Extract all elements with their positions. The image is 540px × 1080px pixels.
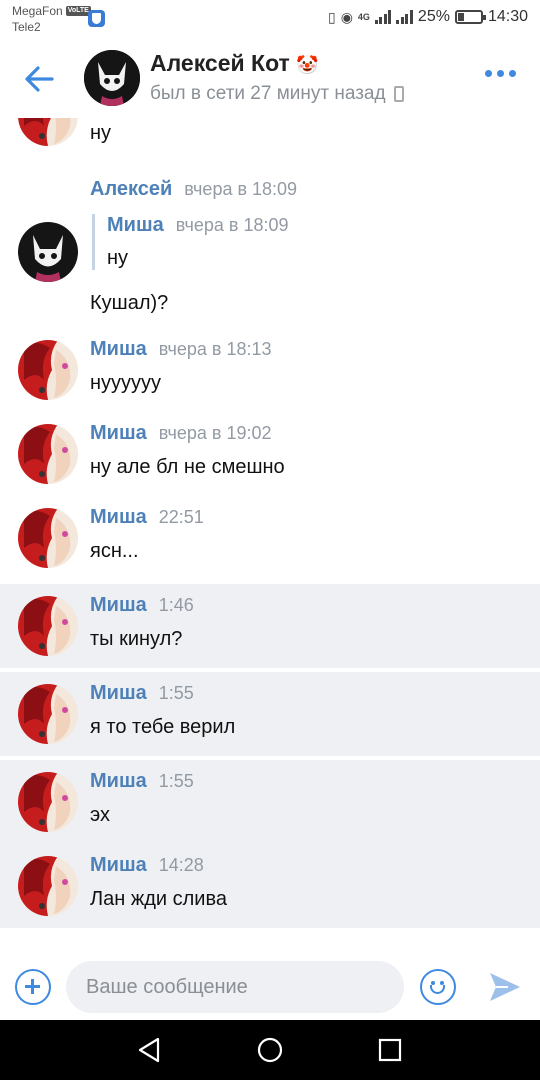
message-time: 22:51 <box>158 507 204 527</box>
author-name[interactable]: Миша <box>90 422 147 444</box>
quote-author: Миша <box>107 214 164 236</box>
nav-home-icon[interactable] <box>256 1036 284 1064</box>
message-item[interactable]: Миша 1:55 эх <box>0 760 540 844</box>
message-continuation[interactable]: ну <box>0 118 540 168</box>
author-name[interactable]: Алексей <box>90 178 172 200</box>
author-name[interactable]: Миша <box>90 770 147 792</box>
clock: 14:30 <box>487 8 528 25</box>
message-header: Миша 14:28 <box>90 854 204 877</box>
message-item[interactable]: Алексей вчера в 18:09 Миша вчера в 18:09 ну К… <box>0 168 540 328</box>
battery-icon <box>454 10 486 24</box>
message-item[interactable]: Миша вчера в 19:02 ну але бл не смешно <box>0 412 540 496</box>
message-header: Миша 1:46 <box>90 594 194 617</box>
signal-1-icon <box>374 10 392 24</box>
smiley-icon[interactable] <box>420 969 456 1005</box>
network-type: 4G <box>357 12 370 22</box>
quote-text: ну <box>107 247 129 269</box>
message-time: вчера в 18:09 <box>184 179 298 199</box>
eye-icon: ◉ <box>340 8 353 25</box>
message-item[interactable]: Миша 1:55 я то тебе верил <box>0 672 540 756</box>
author-name[interactable]: Миша <box>90 854 147 876</box>
message-text: я то тебе верил <box>90 716 236 738</box>
plus-circle-icon[interactable] <box>15 969 51 1005</box>
vibrate-icon: ▯ <box>327 8 336 25</box>
message-header: Миша вчера в 19:02 <box>90 422 272 445</box>
quote-header: Миша вчера в 18:09 <box>107 214 289 237</box>
clown-emoji: 🤡 <box>296 55 319 75</box>
message-header: Миша 22:51 <box>90 506 204 529</box>
message-text: ну <box>90 122 112 144</box>
system-nav-bar <box>0 1020 540 1080</box>
author-name[interactable]: Миша <box>90 594 147 616</box>
contact-name[interactable]: Алексей Кот 🤡 <box>150 50 319 77</box>
chat-screen: MegaFon VoLTE Tele2 ▯ ◉ 4G 25% 14:30 Але… <box>0 0 540 1080</box>
avatar[interactable] <box>18 222 78 282</box>
avatar[interactable] <box>18 596 78 656</box>
author-name[interactable]: Миша <box>90 682 147 704</box>
message-item[interactable]: Миша 22:51 ясн... <box>0 496 540 580</box>
status-icons: ▯ ◉ 4G 25% 14:30 <box>328 8 528 26</box>
message-item[interactable]: Миша 14:28 Лан жди слива <box>0 844 540 928</box>
message-text: эх <box>90 804 110 826</box>
message-text: Лан жди слива <box>90 888 227 910</box>
status-bar: MegaFon VoLTE Tele2 ▯ ◉ 4G 25% 14:30 <box>0 0 540 40</box>
message-input-container[interactable] <box>66 961 404 1013</box>
battery-percent: 25% <box>417 8 450 25</box>
back-arrow-icon[interactable] <box>22 62 56 96</box>
avatar[interactable] <box>18 772 78 832</box>
message-item[interactable]: Миша 1:46 ты кинул? <box>0 584 540 668</box>
author-name[interactable]: Миша <box>90 338 147 360</box>
online-status-text: был в сети 27 минут назад <box>150 83 386 104</box>
message-header: Алексей вчера в 18:09 <box>90 178 297 201</box>
message-list[interactable]: ну Алексей вчера в 18:09 Миша вчера в 18:09 н… <box>0 118 540 960</box>
battery-fill <box>457 13 464 21</box>
message-input[interactable] <box>86 973 386 1001</box>
composer <box>0 955 540 1021</box>
message-header: Миша вчера в 18:13 <box>90 338 272 361</box>
nav-back-icon[interactable] <box>136 1036 164 1064</box>
quote-time: вчера в 18:09 <box>175 215 289 235</box>
contact-name-text: Алексей Кот <box>150 50 290 76</box>
avatar[interactable] <box>18 684 78 744</box>
author-name[interactable]: Миша <box>90 506 147 528</box>
avatar[interactable] <box>18 508 78 568</box>
avatar[interactable] <box>18 340 78 400</box>
message-text: ты кинул? <box>90 628 183 650</box>
message-time: вчера в 18:13 <box>158 339 272 359</box>
message-text: ну але бл не смешно <box>90 456 285 478</box>
message-time: 14:28 <box>158 855 204 875</box>
avatar[interactable] <box>18 424 78 484</box>
message-time: 1:55 <box>158 683 194 703</box>
chat-header: Алексей Кот 🤡 был в сети 27 минут назад <box>0 40 540 118</box>
message-time: 1:46 <box>158 595 194 615</box>
message-header: Миша 1:55 <box>90 682 194 705</box>
avatar[interactable] <box>18 118 78 146</box>
message-time: вчера в 19:02 <box>158 423 272 443</box>
message-item[interactable]: Миша вчера в 18:13 нуууууу <box>0 328 540 412</box>
message-text: ясн... <box>90 540 139 562</box>
contact-avatar[interactable] <box>84 50 140 106</box>
mobile-icon <box>393 86 404 102</box>
message-header: Миша 1:55 <box>90 770 194 793</box>
carrier-info: MegaFon VoLTE Tele2 <box>12 3 91 35</box>
carrier-1: MegaFon <box>12 4 63 18</box>
message-time: 1:55 <box>158 771 194 791</box>
message-text: Кушал)? <box>90 292 169 314</box>
send-icon[interactable] <box>488 971 522 1003</box>
signal-2-icon <box>396 10 413 24</box>
more-options-icon[interactable] <box>485 70 516 77</box>
avatar[interactable] <box>18 856 78 916</box>
online-status: был в сети 27 минут назад <box>150 83 404 105</box>
quoted-message[interactable]: Миша вчера в 18:09 ну <box>92 214 289 270</box>
carrier-2: Tele2 <box>12 20 41 34</box>
shield-icon <box>88 10 105 27</box>
message-text: нуууууу <box>90 372 162 394</box>
nav-recents-icon[interactable] <box>376 1036 404 1064</box>
